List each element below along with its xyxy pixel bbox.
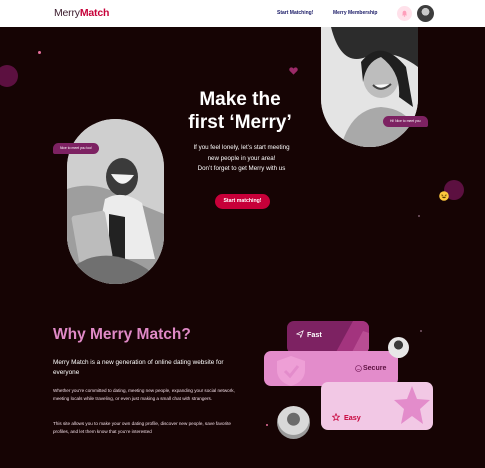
logo[interactable]: MerryMatch [54, 7, 109, 19]
bell-icon [401, 10, 408, 17]
chat-bubble-left: Nice to meet you too! [53, 143, 100, 154]
nav-merry-membership-link[interactable]: Merry Membership [333, 10, 377, 16]
user-avatar[interactable] [417, 5, 434, 22]
hero-title: Make the first ‘Merry’ [170, 88, 310, 134]
hero-subtitle: If you feel lonely, let’s start meeting … [170, 143, 313, 175]
why-lead-text: Merry Match is a new generation of onlin… [53, 359, 224, 376]
why-paragraph-1: Whether you’re committed to dating, meet… [53, 388, 235, 401]
hero-subtitle-line: Don’t forget to get Merry with us [197, 165, 286, 173]
laughing-woman-illustration [321, 27, 418, 147]
feature-label-secure: Secure [363, 365, 387, 372]
start-matching-button[interactable]: Start matching! [215, 194, 270, 209]
hero-photo-right [321, 27, 418, 147]
logo-text-match: Match [79, 7, 110, 19]
why-paragraph-2: This site allows you to make your own da… [53, 421, 231, 434]
hero-subtitle-line: new people in your area! [207, 154, 276, 162]
decor-dot [418, 215, 420, 217]
feature-label-fast: Fast [307, 330, 322, 339]
star-decor-icon [394, 386, 430, 424]
feature-card-fast: Fast [287, 321, 369, 354]
notification-button[interactable] [397, 6, 412, 21]
feature-card-secure: Secure [264, 351, 398, 386]
decor-circle [0, 65, 18, 87]
profile-photo-small-right [388, 337, 409, 358]
hero-title-line2: first ‘Merry’ [188, 112, 292, 133]
logo-text-merry: Merry [54, 7, 80, 19]
heart-icon [289, 67, 298, 75]
laughing-emoji-icon [439, 191, 449, 201]
decor-dot [38, 51, 41, 54]
lock-smile-icon [355, 365, 362, 372]
hero-subtitle-line: If you feel lonely, let’s start meeting [193, 144, 290, 151]
paper-plane-icon [296, 330, 304, 338]
star-icon [332, 413, 340, 421]
feature-label-easy: Easy [344, 413, 361, 422]
nav-start-matching-link[interactable]: Start Matching! [277, 10, 313, 16]
decor-dot [266, 424, 268, 426]
chat-bubble-right: Hi! Nice to meet you [383, 116, 428, 127]
hero-title-line1: Make the [199, 89, 281, 110]
shield-decor-icon [277, 356, 305, 386]
feature-card-easy: Easy [321, 382, 433, 430]
navbar: MerryMatch Start Matching! Merry Members… [0, 0, 485, 27]
decor-dot [420, 330, 422, 332]
profile-photo-small-left [277, 406, 310, 439]
why-title: Why Merry Match? [53, 326, 191, 343]
fast-card-decor [335, 321, 369, 354]
